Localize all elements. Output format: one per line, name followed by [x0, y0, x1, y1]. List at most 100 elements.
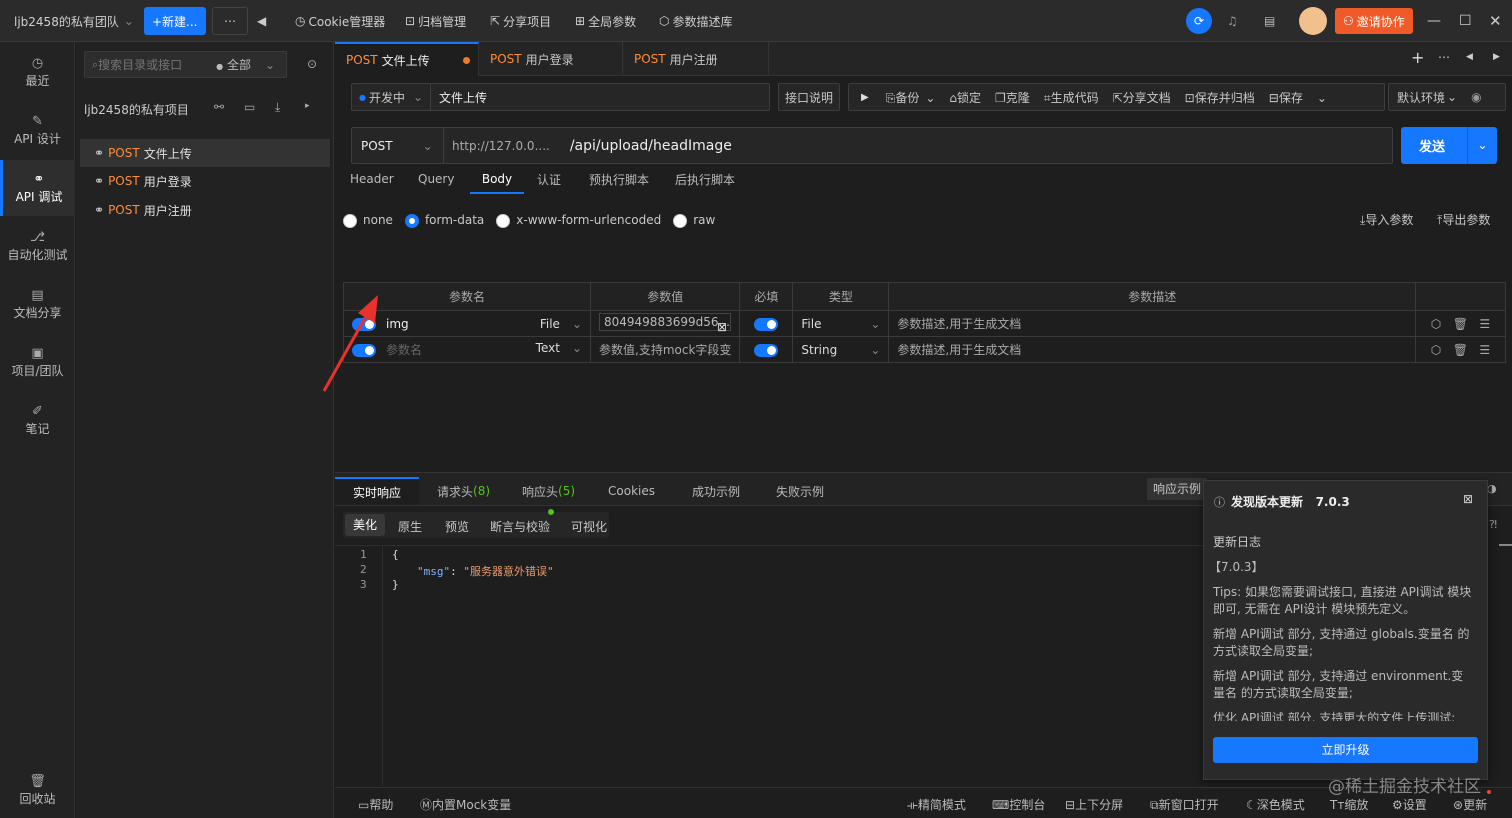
delete-icon[interactable]: 🗑 — [1453, 317, 1468, 331]
param-kind-select[interactable]: Text ⌄ — [536, 341, 582, 355]
expand-icon[interactable]: ▸ — [305, 101, 310, 111]
radio-raw[interactable]: raw — [673, 213, 715, 228]
radio-none[interactable]: none — [343, 213, 393, 228]
param-value-input[interactable]: 参数值,支持mock字段变 — [589, 336, 741, 363]
resp-tab-fail[interactable]: 失败示例 — [776, 479, 824, 503]
nav-notes[interactable]: ✐ 笔记 — [0, 392, 75, 448]
export-params-button[interactable]: ⤒导出参数 — [1437, 211, 1490, 228]
method-select[interactable]: POST ⌄ — [352, 128, 444, 163]
status-select[interactable]: ● 开发中 ⌄ — [352, 84, 431, 110]
req-tab-body[interactable]: Body — [470, 166, 524, 194]
view-tab-assert[interactable]: 断言与校验 — [490, 518, 550, 535]
req-tab-header[interactable]: Header — [350, 166, 394, 192]
bell-icon[interactable]: ♫ — [1227, 0, 1238, 42]
required-toggle[interactable] — [754, 317, 779, 331]
import-params-button[interactable]: ⤓导入参数 — [1360, 211, 1413, 228]
cube-icon[interactable]: ⬡ — [1431, 317, 1441, 331]
tab-register[interactable]: POST 用户注册 — [623, 42, 769, 76]
save-button[interactable]: ⊟保存 ⌄ — [1269, 89, 1327, 106]
required-toggle[interactable] — [754, 343, 779, 357]
lock-button[interactable]: ⌂锁定 — [949, 89, 981, 106]
cube-icon[interactable]: ⬡ — [1431, 343, 1441, 357]
resp-example-button[interactable]: 响应示例 — [1147, 478, 1208, 500]
invite-button[interactable]: ⚇ 邀请协作 — [1335, 8, 1413, 34]
backup-button[interactable]: ⎘备份 ⌄ — [886, 89, 936, 106]
add-folder-icon[interactable]: ▭ — [244, 100, 255, 114]
resp-tab-live[interactable]: 实时响应 — [335, 477, 419, 505]
close-icon[interactable]: ✕ — [1489, 0, 1502, 42]
gen-code-button[interactable]: ⌗生成代码 — [1044, 89, 1099, 106]
doc-button[interactable]: 接口说明 — [778, 83, 840, 111]
settings-button[interactable]: ⚙设置 — [1392, 796, 1427, 813]
file-value-input[interactable]: 804949883699d56... — [599, 313, 731, 331]
share-doc-button[interactable]: ⇱分享文档 — [1113, 89, 1171, 106]
tree-item-login[interactable]: ⚭ POST 用户登录 — [80, 167, 330, 195]
team-selector[interactable]: ljb2458的私有团队 ⌄ — [14, 0, 134, 42]
update-button[interactable]: ⊛更新 — [1453, 796, 1487, 813]
tab-upload[interactable]: POST 文件上传 — [335, 42, 479, 76]
import-icon[interactable]: ⤓ — [275, 100, 280, 115]
zoom-button[interactable]: Tт缩放 — [1330, 796, 1368, 813]
drag-handle-icon[interactable]: ☰ — [1479, 343, 1490, 357]
nav-recent[interactable]: ◷ 最近 — [0, 44, 75, 100]
nav-api-design[interactable]: ✎ API 设计 — [0, 102, 75, 158]
param-desc-lib-button[interactable]: ⬡ 参数描述库 — [659, 0, 733, 42]
nav-project-team[interactable]: ▣ 项目/团队 — [0, 334, 75, 390]
dark-mode-button[interactable]: ☾深色模式 — [1246, 796, 1305, 813]
avatar[interactable] — [1299, 0, 1327, 42]
view-tab-raw[interactable]: 原生 — [398, 518, 422, 535]
path-input[interactable]: /api/upload/headImage — [570, 138, 732, 154]
tab-login[interactable]: POST 用户登录 — [479, 42, 623, 76]
more-button[interactable]: ⋯ — [212, 7, 248, 35]
view-tab-pretty[interactable]: 美化 — [345, 514, 385, 536]
param-kind-select[interactable]: File ⌄ — [540, 317, 582, 331]
send-dropdown-icon[interactable]: ⌄ — [1467, 127, 1497, 164]
upgrade-button[interactable]: 立即升级 — [1213, 737, 1478, 763]
resp-tab-cookies[interactable]: Cookies — [608, 479, 655, 503]
nav-api-debug[interactable]: ⚭ API 调试 — [0, 160, 75, 216]
send-button[interactable]: 发送 ⌄ — [1401, 127, 1497, 164]
type-select[interactable]: String ⌄ — [801, 343, 880, 357]
tree-item-register[interactable]: ⚭ POST 用户注册 — [80, 196, 330, 224]
req-tab-pre-script[interactable]: 预执行脚本 — [589, 166, 649, 192]
tree-item-upload[interactable]: ⚭ POST 文件上传 — [80, 139, 330, 167]
scrollbar[interactable] — [1499, 544, 1512, 546]
mock-vars-button[interactable]: Ⓜ内置Mock变量 — [420, 796, 511, 813]
tab-prev-icon[interactable]: ◀ — [1466, 52, 1473, 62]
sync-button[interactable]: ⟳ — [1186, 0, 1212, 42]
clear-file-icon[interactable]: ⊠ — [717, 320, 727, 334]
view-tab-visualize[interactable]: 可视化 — [571, 518, 607, 535]
nav-doc-share[interactable]: ▤ 文档分享 — [0, 276, 75, 332]
minimize-icon[interactable]: — — [1427, 0, 1441, 42]
resp-tab-success[interactable]: 成功示例 — [692, 479, 740, 503]
nav-recycle-bin[interactable]: 🗑 回收站 — [0, 762, 75, 818]
drag-handle-icon[interactable]: ☰ — [1479, 317, 1490, 331]
compact-mode-button[interactable]: ⟛精简模式 — [907, 796, 966, 813]
view-tab-preview[interactable]: 预览 — [445, 518, 469, 535]
archive-button[interactable]: ⊡ 归档管理 — [405, 0, 466, 42]
notes-icon[interactable]: ▤ — [1264, 0, 1275, 42]
run-icon[interactable]: ▶ — [861, 92, 869, 103]
save-archive-button[interactable]: ⊡保存并归档 — [1185, 89, 1255, 106]
add-api-icon[interactable]: ⚯ — [214, 100, 224, 114]
nav-auto-test[interactable]: ⎇ 自动化测试 — [0, 218, 75, 274]
locate-icon[interactable]: ⊙ — [307, 57, 317, 71]
console-button[interactable]: ⌨控制台 — [992, 796, 1045, 813]
type-select[interactable]: File ⌄ — [801, 317, 880, 331]
tab-more-icon[interactable]: ⋯ — [1438, 50, 1450, 64]
filter-select[interactable]: ● 全部 ⌄ — [216, 56, 275, 73]
desc-input[interactable]: 参数描述,用于生成文档 — [888, 310, 1416, 337]
new-window-button[interactable]: ⧉新窗口打开 — [1150, 796, 1219, 813]
new-button[interactable]: +新建... — [144, 7, 206, 35]
help-icon[interactable]: ⁈ — [1489, 518, 1497, 531]
resp-tab-req-headers[interactable]: 请求头 (8) — [437, 479, 490, 503]
desc-input[interactable]: 参数描述,用于生成文档 — [888, 336, 1416, 363]
api-name-input[interactable]: 文件上传 — [431, 89, 487, 106]
split-screen-button[interactable]: ⊟上下分屏 — [1065, 796, 1123, 813]
help-button[interactable]: ▭帮助 — [358, 796, 393, 813]
req-tab-query[interactable]: Query — [418, 166, 454, 192]
host-field[interactable]: http://127.0.0.... — [452, 139, 550, 153]
add-tab-icon[interactable]: + — [1411, 48, 1424, 67]
env-select[interactable]: 默认环境 ⌄ ◉ — [1388, 83, 1506, 111]
maximize-icon[interactable]: ☐ — [1459, 0, 1472, 42]
